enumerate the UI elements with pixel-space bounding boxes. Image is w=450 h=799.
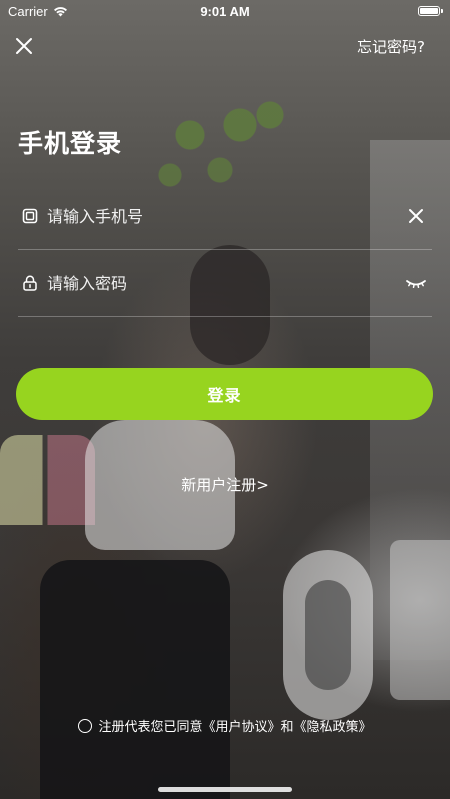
agreement-checkbox[interactable] <box>78 718 93 733</box>
close-button[interactable] <box>12 34 36 58</box>
page-title: 手机登录 <box>18 129 123 158</box>
battery-level <box>420 8 438 14</box>
close-icon <box>16 38 32 54</box>
login-screen: Carrier 9:01 AM 忘记密码? 手机登录 请输入手机号 登录 新用户… <box>0 0 450 799</box>
home-indicator <box>158 787 292 792</box>
lock-icon <box>23 275 37 291</box>
password-field <box>18 250 432 317</box>
register-link[interactable]: 新用户注册> <box>0 474 450 495</box>
clear-icon[interactable] <box>404 204 428 228</box>
status-time: 9:01 AM <box>200 4 250 19</box>
phone-input[interactable] <box>47 206 404 226</box>
agreement-prefix: 注册代表您已同意 <box>98 720 203 735</box>
agreement-row: 注册代表您已同意 《用户协议》 和 《隐私政策》 <box>0 716 450 735</box>
user-agreement-link[interactable]: 《用户协议》 <box>202 716 280 735</box>
login-button[interactable]: 登录 <box>16 368 433 420</box>
forgot-password-link[interactable]: 忘记密码? <box>357 36 425 57</box>
phone-icon <box>22 208 38 224</box>
phone-field <box>18 183 432 250</box>
eye-closed-icon[interactable] <box>404 271 428 295</box>
agreement-and: 和 <box>280 720 294 735</box>
status-bar: Carrier 9:01 AM <box>0 0 450 24</box>
battery-icon <box>418 6 443 16</box>
password-input[interactable] <box>47 273 404 293</box>
privacy-policy-link[interactable]: 《隐私政策》 <box>294 716 372 735</box>
